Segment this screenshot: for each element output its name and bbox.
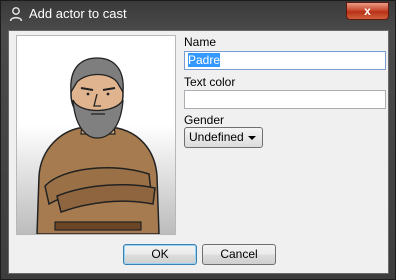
close-icon: x	[364, 4, 371, 18]
gender-label: Gender	[184, 113, 225, 127]
dialog-window: Add actor to cast x Name Padre Text colo…	[0, 0, 396, 280]
ok-button[interactable]: OK	[123, 244, 197, 265]
name-input[interactable]: Padre	[184, 51, 386, 70]
name-input-value: Padre	[188, 53, 221, 67]
actor-preview-image	[16, 35, 176, 235]
text-color-label: Text color	[184, 75, 236, 89]
text-color-input[interactable]	[184, 90, 386, 109]
cancel-button[interactable]: Cancel	[202, 244, 276, 265]
person-icon	[9, 7, 23, 22]
gender-select-value: Undefined	[189, 130, 244, 144]
actor-portrait	[36, 57, 160, 234]
chevron-down-icon	[248, 136, 256, 140]
name-label: Name	[184, 35, 217, 49]
dialog-title: Add actor to cast	[29, 6, 127, 21]
gender-select[interactable]: Undefined	[184, 127, 263, 148]
dialog-content: Name Padre Text color Gender Undefined O…	[8, 30, 389, 274]
close-button[interactable]: x	[346, 2, 389, 20]
title-bar[interactable]: Add actor to cast x	[1, 1, 395, 27]
